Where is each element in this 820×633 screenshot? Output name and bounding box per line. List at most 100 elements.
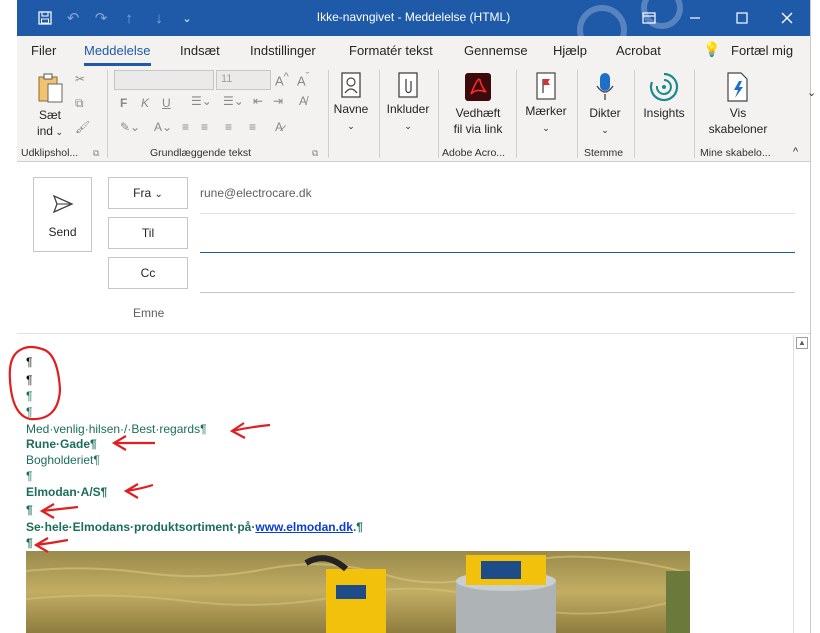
subject-label: Emne xyxy=(133,306,165,320)
tags-button[interactable]: Mærker ⌄ xyxy=(520,72,572,136)
separator xyxy=(516,70,517,158)
cc-label: Cc xyxy=(140,266,156,280)
tab-indstillinger[interactable]: Indstillinger xyxy=(250,43,316,58)
separator xyxy=(107,70,108,158)
underline-icon[interactable]: U xyxy=(162,96,171,110)
dictate-button[interactable]: Dikter ⌄ xyxy=(583,72,627,138)
adobe-label: Vedhæft xyxy=(455,106,501,120)
align-right-icon[interactable]: ≡ xyxy=(225,120,232,134)
tab-hjaelp[interactable]: Hjælp xyxy=(553,43,587,58)
dialog-launcher-icon[interactable]: ⧉ xyxy=(93,148,99,159)
attach-label: Inkluder xyxy=(386,102,430,116)
increase-indent-icon[interactable]: ⇥ xyxy=(273,94,283,108)
restore-ribbon-icon[interactable] xyxy=(637,6,661,30)
cut-icon[interactable]: ✂ xyxy=(75,72,85,86)
from-button[interactable]: Fra ⌄ xyxy=(108,177,188,209)
minimize-icon[interactable] xyxy=(683,6,707,30)
lightbulb-icon[interactable]: 💡 xyxy=(703,41,720,58)
group-voice: Stemme xyxy=(584,147,624,159)
separator xyxy=(577,70,578,158)
font-size-combo[interactable]: 11 xyxy=(216,70,271,90)
styles-icon[interactable]: A̷ xyxy=(275,120,283,134)
grow-font-icon[interactable]: A^ xyxy=(275,71,289,88)
from-label: Fra xyxy=(133,186,152,200)
dictate-label: Dikter xyxy=(589,106,621,120)
highlight-icon[interactable]: ✎⌄ xyxy=(120,120,140,134)
tell-me-search[interactable]: Fortæl mig xyxy=(731,43,793,58)
collapse-ribbon-icon[interactable]: ^ xyxy=(793,146,798,158)
message-header: Send Fra ⌄ rune@electrocare.dk Til Cc Em… xyxy=(17,162,810,334)
numbering-icon[interactable]: ☰⌄ xyxy=(223,94,244,108)
align-center-icon[interactable]: ≡ xyxy=(201,120,208,134)
separator xyxy=(379,70,380,158)
shrink-font-icon[interactable]: Aˇ xyxy=(297,71,309,88)
italic-icon[interactable]: K xyxy=(141,96,149,110)
paste-label: Sæt xyxy=(38,108,61,122)
paste-button[interactable]: Sæt ind ⌄ xyxy=(33,72,67,140)
promo-end: .¶ xyxy=(352,520,363,534)
send-button[interactable]: Send xyxy=(33,177,92,252)
format-painter-icon[interactable]: 🖌 xyxy=(75,120,90,134)
from-underline xyxy=(200,213,795,214)
copy-icon[interactable]: ⧉ xyxy=(75,96,84,111)
cc-field[interactable] xyxy=(200,260,795,292)
group-adobe: Adobe Acro... xyxy=(442,147,506,159)
tab-gennemse[interactable]: Gennemse xyxy=(464,43,528,58)
flag-icon xyxy=(536,72,556,100)
clear-formatting-icon[interactable]: A̸ xyxy=(299,94,307,108)
group-basic-text: Grundlæggende tekst xyxy=(150,147,251,159)
bullets-icon[interactable]: ☰⌄ xyxy=(191,94,212,108)
to-underline xyxy=(200,252,795,253)
separator xyxy=(328,70,329,158)
tab-indsaet[interactable]: Indsæt xyxy=(180,43,220,58)
templates-label-2: skabeloner xyxy=(708,122,768,136)
paperclip-icon xyxy=(398,72,418,98)
cc-button[interactable]: Cc xyxy=(108,257,188,289)
insights-label: Insights xyxy=(643,106,685,120)
justify-icon[interactable]: ≡ xyxy=(249,120,256,134)
attach-button[interactable]: Inkluder ⌄ xyxy=(383,72,433,134)
vertical-scrollbar[interactable]: ▲ xyxy=(793,335,810,633)
scroll-up-icon[interactable]: ▲ xyxy=(796,337,808,349)
group-templates: Mine skabelo... xyxy=(700,147,771,159)
font-name-combo[interactable] xyxy=(114,70,214,90)
names-label: Navne xyxy=(333,102,369,116)
left-edge xyxy=(0,0,17,36)
to-button[interactable]: Til xyxy=(108,217,188,249)
names-button[interactable]: Navne ⌄ xyxy=(331,72,371,134)
insights-button[interactable]: Insights xyxy=(640,72,688,121)
maximize-icon[interactable] xyxy=(730,6,754,30)
template-icon xyxy=(727,72,748,102)
send-label: Send xyxy=(48,225,77,239)
decrease-indent-icon[interactable]: ⇤ xyxy=(253,94,263,108)
from-value: rune@electrocare.dk xyxy=(200,186,312,200)
address-book-icon xyxy=(341,72,361,98)
insights-icon xyxy=(649,72,679,102)
separator xyxy=(438,70,439,158)
title-bar: ↶ ↷ ↑ ↓ ⌄ Ikke-navngivet - Meddelelse (H… xyxy=(17,0,810,36)
view-templates-button[interactable]: Vis skabeloner xyxy=(703,72,773,137)
clipboard-icon xyxy=(38,73,63,103)
align-left-icon[interactable]: ≡ xyxy=(182,120,189,134)
chevron-down-icon: ⌄ xyxy=(154,189,163,200)
bold-icon[interactable]: F xyxy=(120,96,127,110)
ribbon-more-icon[interactable]: ⌄ xyxy=(807,86,816,99)
annotation-circle xyxy=(8,345,62,421)
tab-meddelelse[interactable]: Meddelelse xyxy=(84,43,151,66)
cc-underline xyxy=(200,292,795,293)
dialog-launcher-icon[interactable]: ⧉ xyxy=(312,148,318,159)
attach-via-link-button[interactable]: Vedhæft fil via link xyxy=(443,72,513,137)
title-decoration xyxy=(572,0,692,36)
tags-label: Mærker xyxy=(525,104,567,118)
send-icon xyxy=(52,194,74,214)
tab-formater-tekst[interactable]: Formatér tekst xyxy=(349,43,433,58)
tab-acrobat[interactable]: Acrobat xyxy=(616,43,661,58)
close-icon[interactable] xyxy=(775,6,799,30)
font-size-value: 11 xyxy=(221,73,233,85)
to-field[interactable] xyxy=(200,220,795,252)
tab-filer[interactable]: Filer xyxy=(31,43,56,58)
adobe-label-2: fil via link xyxy=(453,122,503,136)
subject-field[interactable] xyxy=(200,300,795,328)
font-color-icon[interactable]: A⌄ xyxy=(154,120,172,134)
to-label: Til xyxy=(141,226,155,240)
